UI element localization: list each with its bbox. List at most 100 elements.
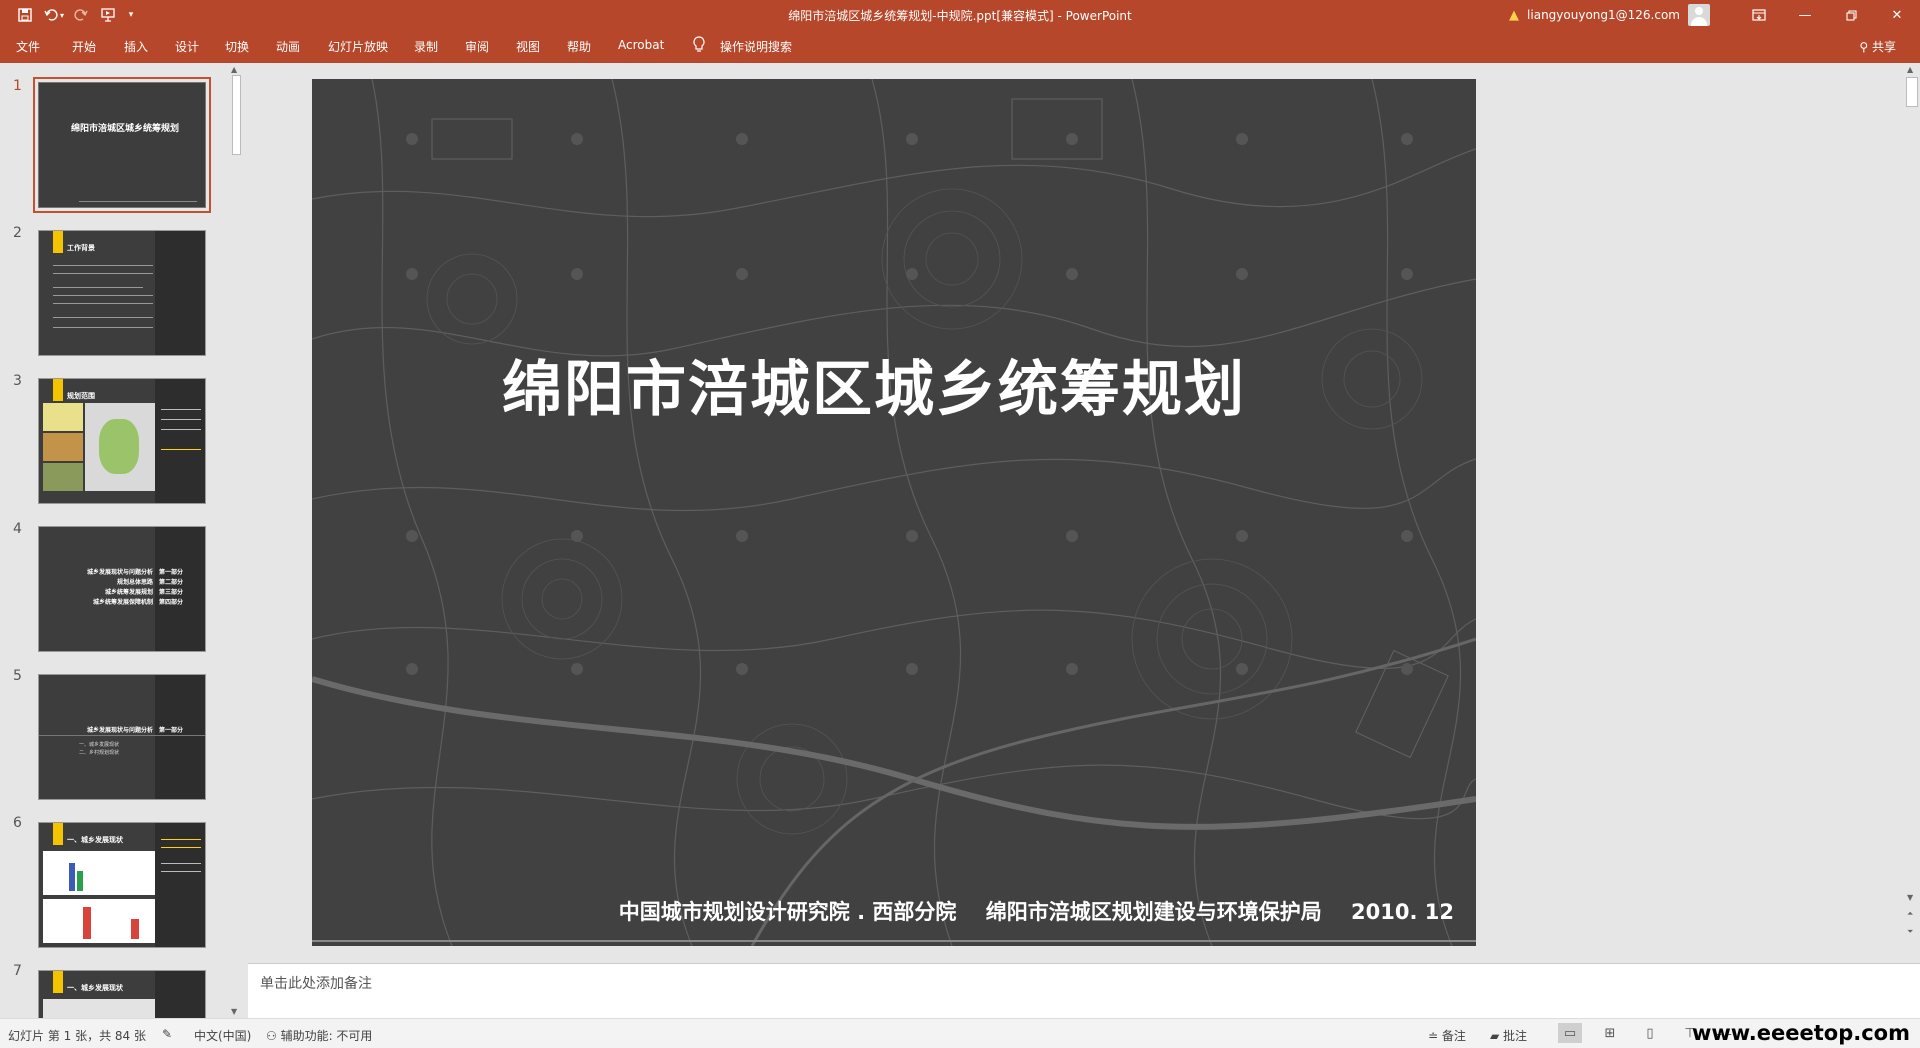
slide-thumbnail-1[interactable]: 绵阳市涪城区城乡统筹规划 [33, 77, 211, 213]
yellow-bar [53, 231, 63, 253]
thumbnail-scrollbar[interactable]: ▲ ▼ [228, 63, 245, 1018]
yellow-bar [53, 379, 63, 401]
redo-icon[interactable] [68, 4, 94, 26]
person-icon: ⚲ [1859, 40, 1872, 54]
thumb-title: 一、城乡发展现状 [67, 984, 123, 992]
powerpoint-window: ▾ ▾ 绵阳市涪城区城乡统筹规划-中规院.ppt[兼容模式] - PowerPo… [0, 0, 1920, 1048]
scroll-down-icon[interactable]: ▼ [231, 1007, 237, 1016]
text-line [161, 429, 201, 430]
tab-home[interactable]: 开始 [72, 38, 96, 55]
thumb-item: 二、乡村规划现状 [79, 750, 120, 756]
tab-review[interactable]: 审阅 [465, 38, 489, 55]
slide-thumbnail-3[interactable]: 规划范围 [38, 378, 206, 504]
language-indicator[interactable]: 中文(中国) [194, 1027, 251, 1044]
thumb-part: 第二部分 [159, 579, 184, 586]
user-email: liangyouyong1@126.com [1527, 8, 1680, 22]
next-slide-icon[interactable]: ⏷ [1907, 927, 1913, 937]
thumb-title: 规划范围 [67, 392, 95, 400]
thumb-line: 规划总体思路 [116, 579, 153, 586]
slide-title[interactable]: 绵阳市涪城区城乡统筹规划 [312, 341, 1476, 428]
undo-dropdown-icon[interactable]: ▾ [56, 4, 68, 26]
ribbon-tabs: 文件 开始 插入 设计 切换 动画 幻灯片放映 录制 审阅 视图 帮助 Acro… [0, 30, 1920, 63]
slide-counter: 幻灯片 第 1 张，共 84 张 [8, 1029, 146, 1043]
tab-file[interactable]: 文件 [16, 38, 40, 55]
tab-insert[interactable]: 插入 [124, 38, 148, 55]
comments-button[interactable]: ▰ 批注 [1490, 1027, 1527, 1044]
map-background [312, 79, 1476, 946]
reading-view-icon[interactable]: ▯ [1638, 1023, 1662, 1043]
thumb-number: 1 [13, 78, 22, 94]
accessibility-icon: ⚇ [266, 1029, 281, 1043]
chart-bar [69, 863, 75, 891]
tab-view[interactable]: 视图 [516, 38, 540, 55]
ribbon-display-options-icon[interactable] [1736, 0, 1782, 30]
slide-thumbnail-2[interactable]: 工作背景 [38, 230, 206, 356]
thumb-title: 城乡发展现状与问题分析 [86, 727, 153, 734]
notes-button[interactable]: ≐ 备注 [1428, 1027, 1466, 1044]
tab-transitions[interactable]: 切换 [225, 38, 249, 55]
accessibility-status[interactable]: ⚇ 辅助功能: 不可用 [266, 1027, 372, 1044]
spelling-icon[interactable]: ✎ [162, 1027, 172, 1041]
divider [39, 735, 205, 736]
scroll-thumb[interactable] [1906, 77, 1918, 107]
slide-thumbnail-7[interactable]: 一、城乡发展现状 [38, 970, 206, 1018]
tab-acrobat[interactable]: Acrobat [618, 38, 664, 52]
tell-me-search[interactable]: 操作说明搜索 [720, 38, 792, 55]
tab-slideshow[interactable]: 幻灯片放映 [328, 38, 388, 55]
scroll-thumb[interactable] [232, 75, 241, 155]
text-line [161, 863, 201, 864]
chart-image [43, 851, 155, 895]
text-line [161, 409, 201, 410]
footer-org-1: 中国城市规划设计研究院 . 西部分院 [618, 900, 957, 924]
text-line [161, 871, 201, 872]
avatar[interactable] [1688, 4, 1710, 26]
share-button[interactable]: ⚲ 共享 [1859, 38, 1896, 55]
map-image [43, 403, 83, 431]
tab-design[interactable]: 设计 [175, 38, 199, 55]
slide-footer[interactable]: 中国城市规划设计研究院 . 西部分院 绵阳市涪城区规划建设与环境保护局 2010… [597, 896, 1454, 926]
slide-thumbnail-4[interactable]: 城乡发展现状与问题分析 规划总体思路 城乡统筹发展规划 城乡统筹发展保障机制 第… [38, 526, 206, 652]
user-account[interactable]: ▲ liangyouyong1@126.com [1509, 3, 1710, 27]
text-line [53, 303, 153, 304]
tab-record[interactable]: 录制 [414, 38, 438, 55]
chart-bar [83, 907, 91, 939]
notes-pane[interactable]: 单击此处添加备注 [248, 963, 1920, 1018]
scroll-up-icon[interactable]: ▲ [1907, 65, 1913, 74]
footer-date: 2010. 12 [1351, 900, 1454, 924]
tab-help[interactable]: 帮助 [567, 38, 591, 55]
tab-animations[interactable]: 动画 [276, 38, 300, 55]
text-line [161, 839, 201, 840]
slide-scrollbar[interactable]: ▲ ▼ ⏶ ⏷ [1904, 63, 1920, 963]
thumb-number: 2 [13, 225, 22, 241]
restore-icon[interactable] [1828, 0, 1874, 30]
slide-sorter-icon[interactable]: ⊞ [1598, 1023, 1622, 1043]
text-line [161, 449, 201, 450]
slide-thumbnail-6[interactable]: 一、城乡发展现状 [38, 822, 206, 948]
minimize-icon[interactable]: — [1782, 0, 1828, 30]
comment-icon: ▰ [1490, 1029, 1504, 1043]
text-line [161, 419, 201, 420]
dark-side [155, 675, 205, 799]
title-bar: ▾ ▾ 绵阳市涪城区城乡统筹规划-中规院.ppt[兼容模式] - PowerPo… [0, 0, 1920, 30]
thumb-title: 绵阳市涪城区城乡统筹规划 [71, 124, 180, 134]
scroll-up-icon[interactable]: ▲ [231, 65, 237, 74]
map-region [99, 419, 139, 474]
slide-thumbnail-5[interactable]: 城乡发展现状与问题分析 第一部分 一、城乡发展现状 二、乡村规划现状 [38, 674, 206, 800]
notes-placeholder[interactable]: 单击此处添加备注 [260, 973, 372, 993]
save-icon[interactable] [12, 4, 38, 26]
customize-toolbar-icon[interactable]: ▾ [118, 4, 144, 26]
scroll-down-icon[interactable]: ▼ [1907, 893, 1913, 902]
chart-bar [77, 871, 83, 891]
thumb-title: 一、城乡发展现状 [67, 836, 123, 844]
thumb-part: 第一部分 [159, 569, 184, 576]
slide-thumbnail-panel[interactable]: 1 绵阳市涪城区城乡统筹规划 2 工作背景 3 规划范围 4 城乡发展现状与问题… [0, 63, 236, 1018]
thumb-title: 工作背景 [67, 244, 95, 252]
chart-bar [131, 919, 139, 939]
thumb-number: 7 [13, 963, 22, 979]
close-icon[interactable]: ✕ [1874, 0, 1920, 30]
status-bar: 幻灯片 第 1 张，共 84 张 ✎ 中文(中国) ⚇ 辅助功能: 不可用 ≐ … [0, 1018, 1920, 1048]
text-line [53, 317, 153, 318]
normal-view-icon[interactable]: ▭ [1558, 1023, 1582, 1043]
previous-slide-icon[interactable]: ⏶ [1907, 909, 1913, 919]
slide-canvas[interactable]: 绵阳市涪城区城乡统筹规划 中国城市规划设计研究院 . 西部分院 绵阳市涪城区规划… [312, 79, 1476, 946]
